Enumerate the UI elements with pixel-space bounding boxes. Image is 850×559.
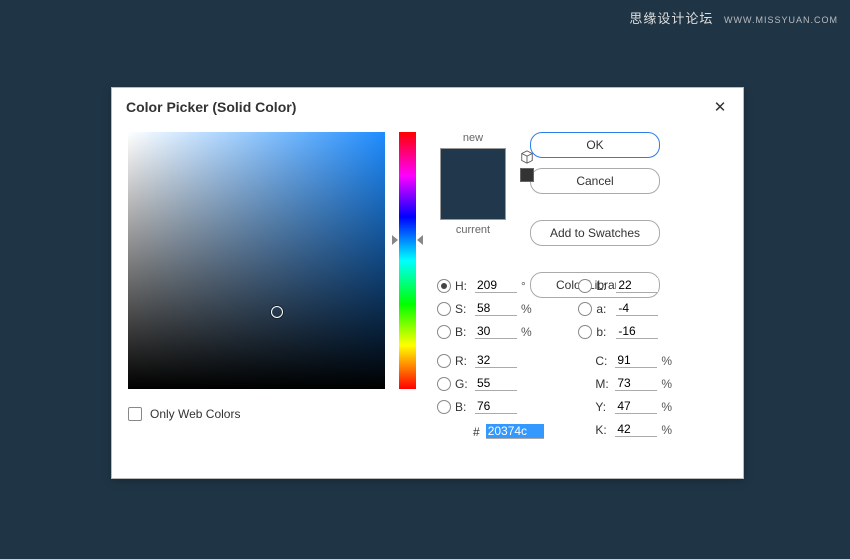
hue-slider[interactable]	[399, 132, 416, 421]
radio-l[interactable]	[578, 279, 592, 293]
label-a: a:	[596, 302, 616, 316]
label-c: C:	[595, 354, 615, 368]
only-web-colors-checkbox[interactable]	[128, 407, 142, 421]
radio-r[interactable]	[437, 354, 451, 368]
label-m: M:	[595, 377, 615, 391]
label-bv: B:	[455, 325, 475, 339]
unit-h: °	[517, 279, 537, 293]
watermark-sub: WWW.MISSYUAN.COM	[724, 15, 838, 25]
color-field-cursor[interactable]	[271, 306, 283, 318]
input-m[interactable]	[615, 376, 657, 391]
unit-s: %	[517, 302, 537, 316]
radio-lab-b[interactable]	[578, 325, 592, 339]
close-icon[interactable]: ✕	[711, 98, 729, 116]
ok-button[interactable]: OK	[530, 132, 660, 158]
input-b[interactable]	[475, 399, 517, 414]
label-b: B:	[455, 400, 475, 414]
new-color-swatch	[441, 149, 505, 184]
input-c[interactable]	[615, 353, 657, 368]
input-k[interactable]	[615, 422, 657, 437]
dialog-title: Color Picker (Solid Color)	[126, 99, 296, 115]
label-y: Y:	[595, 400, 615, 414]
only-web-colors-label: Only Web Colors	[150, 407, 240, 421]
gamut-warning-icon[interactable]	[520, 168, 534, 182]
unit-m: %	[657, 377, 677, 391]
current-color-swatch[interactable]	[441, 184, 505, 219]
unit-y: %	[657, 400, 677, 414]
input-a[interactable]	[616, 301, 658, 316]
label-s: S:	[455, 302, 475, 316]
radio-g[interactable]	[437, 377, 451, 391]
hue-cursor-right[interactable]	[417, 235, 423, 245]
radio-s[interactable]	[437, 302, 451, 316]
input-bv[interactable]	[475, 324, 517, 339]
input-l[interactable]	[616, 278, 658, 293]
cancel-button[interactable]: Cancel	[530, 168, 660, 194]
unit-k: %	[657, 423, 677, 437]
label-hex: #	[473, 425, 480, 439]
current-color-label: current	[430, 224, 516, 236]
label-r: R:	[455, 354, 475, 368]
radio-b[interactable]	[437, 400, 451, 414]
radio-h[interactable]	[437, 279, 451, 293]
label-k: K:	[595, 423, 615, 437]
input-s[interactable]	[475, 301, 517, 316]
add-to-swatches-button[interactable]: Add to Swatches	[530, 220, 660, 246]
input-lab-b[interactable]	[616, 324, 658, 339]
radio-bv[interactable]	[437, 325, 451, 339]
input-r[interactable]	[475, 353, 517, 368]
new-color-label: new	[430, 132, 516, 144]
watermark-main: 思缘设计论坛	[629, 11, 713, 26]
label-g: G:	[455, 377, 475, 391]
input-hex[interactable]	[486, 424, 544, 439]
cube-icon[interactable]	[520, 150, 534, 164]
label-h: H:	[455, 279, 475, 293]
unit-c: %	[657, 354, 677, 368]
label-l: L:	[596, 279, 616, 293]
label-lab-b: b:	[596, 325, 616, 339]
unit-bv: %	[517, 325, 537, 339]
hue-cursor-left[interactable]	[392, 235, 398, 245]
color-field[interactable]	[128, 132, 385, 389]
color-picker-dialog: Color Picker (Solid Color) ✕ Only Web Co…	[111, 87, 744, 479]
radio-a[interactable]	[578, 302, 592, 316]
input-h[interactable]	[475, 278, 517, 293]
watermark: 思缘设计论坛 WWW.MISSYUAN.COM	[629, 8, 838, 27]
input-g[interactable]	[475, 376, 517, 391]
input-y[interactable]	[615, 399, 657, 414]
color-preview	[440, 148, 506, 220]
